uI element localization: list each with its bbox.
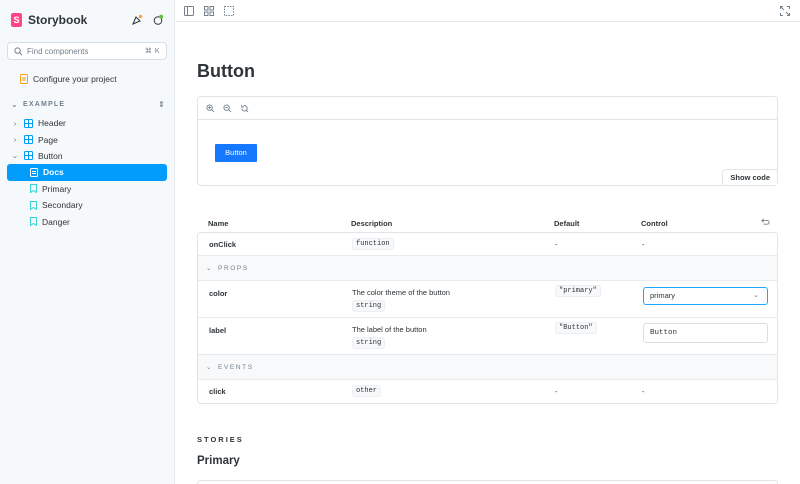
document-icon bbox=[30, 167, 38, 177]
section-title: EXAMPLE bbox=[23, 101, 66, 108]
zoom-in-icon[interactable] bbox=[206, 103, 215, 113]
document-icon bbox=[20, 74, 28, 84]
arg-name: label bbox=[209, 326, 227, 335]
whats-new-icon[interactable] bbox=[131, 14, 143, 26]
sidebar-item-header[interactable]: › Header bbox=[7, 115, 167, 131]
events-section-row[interactable]: ⌄ EVENTS bbox=[198, 355, 777, 380]
sidebar-item-page[interactable]: › Page bbox=[7, 131, 167, 147]
component-icon bbox=[24, 135, 33, 145]
bookmark-icon bbox=[30, 184, 37, 194]
sidebar-item-secondary[interactable]: Secondary bbox=[7, 197, 167, 213]
grid-icon[interactable] bbox=[204, 5, 214, 16]
story-title: Primary bbox=[197, 455, 240, 467]
chevron-down-icon: ⌄ bbox=[11, 151, 19, 161]
sidebar-item-label: Header bbox=[38, 118, 66, 129]
arg-default: "primary" bbox=[555, 285, 601, 297]
settings-icon[interactable] bbox=[152, 14, 164, 26]
sidebar-item-label: Secondary bbox=[42, 200, 83, 211]
sidebar-item-docs[interactable]: Docs bbox=[7, 164, 167, 181]
bookmark-icon bbox=[30, 200, 37, 210]
bookmark-icon bbox=[30, 217, 37, 227]
table-row: color The color theme of the button stri… bbox=[198, 281, 777, 318]
arg-name: onClick bbox=[209, 240, 237, 249]
chevron-down-icon: ⌄ bbox=[11, 100, 19, 109]
section-label: PROPS bbox=[218, 264, 249, 272]
component-icon bbox=[24, 151, 33, 161]
arg-description: The color theme of the button bbox=[352, 288, 450, 297]
arg-description: The label of the button bbox=[352, 325, 427, 334]
expand-collapse-icon[interactable]: ⇕ bbox=[158, 100, 166, 109]
arg-type: other bbox=[352, 385, 382, 397]
show-code-button[interactable]: Show code bbox=[722, 169, 777, 185]
search-icon bbox=[14, 46, 23, 55]
outline-icon[interactable] bbox=[224, 5, 234, 16]
page-title: Button bbox=[197, 61, 255, 81]
args-table-header: Name Description Default Control bbox=[197, 215, 778, 233]
chevron-down-icon: ⌄ bbox=[206, 265, 214, 272]
chevron-right-icon: › bbox=[13, 118, 17, 128]
arg-type: string bbox=[352, 300, 386, 312]
sidebar-item-label: Page bbox=[38, 134, 58, 145]
column-description: Description bbox=[351, 219, 393, 228]
sidebar-item-button[interactable]: ⌄ Button bbox=[7, 148, 167, 164]
table-row: click other - - bbox=[198, 380, 777, 403]
storybook-logo-icon: S bbox=[11, 13, 22, 27]
sidebar: S Storybook Find components ⌘ K Configur… bbox=[0, 0, 175, 484]
search-shortcut: ⌘ K bbox=[144, 48, 160, 55]
docs-main: Button Button Show code Name Description… bbox=[176, 23, 800, 484]
story-frame bbox=[197, 480, 778, 484]
brand[interactable]: S Storybook bbox=[11, 13, 87, 27]
zoom-reset-icon[interactable] bbox=[240, 104, 249, 113]
arg-default: - bbox=[555, 387, 558, 396]
sidebar-item-label: Docs bbox=[43, 167, 64, 178]
args-table: onClick function - - ⌄ PROPS color The co… bbox=[197, 232, 778, 404]
arg-default: "Button" bbox=[555, 322, 597, 334]
color-select[interactable]: primary ⌄ bbox=[643, 287, 768, 305]
fullscreen-icon[interactable] bbox=[780, 6, 790, 16]
stories-heading: STORIES bbox=[197, 435, 244, 444]
toolbar bbox=[176, 0, 800, 22]
brand-name: Storybook bbox=[28, 13, 88, 27]
search-input[interactable]: Find components ⌘ K bbox=[7, 42, 167, 60]
arg-type: string bbox=[352, 337, 386, 349]
table-row: label The label of the button string "Bu… bbox=[198, 318, 777, 355]
sidebar-item-danger[interactable]: Danger bbox=[7, 213, 167, 229]
chevron-down-icon: ⌄ bbox=[206, 364, 214, 371]
sidebar-item-primary[interactable]: Primary bbox=[7, 181, 167, 197]
component-icon bbox=[24, 118, 33, 128]
sidebar-item-label: Button bbox=[38, 150, 63, 161]
sidebar-item-label: Danger bbox=[42, 216, 70, 227]
props-section-row[interactable]: ⌄ PROPS bbox=[198, 256, 777, 281]
arg-name: click bbox=[209, 387, 226, 396]
sidebar-item-label: Primary bbox=[42, 183, 72, 194]
chevron-down-icon: ⌄ bbox=[753, 292, 759, 299]
arg-control: - bbox=[642, 240, 645, 249]
reset-icon[interactable] bbox=[761, 217, 770, 228]
chevron-right-icon: › bbox=[13, 135, 17, 145]
sidebar-toggle-icon[interactable] bbox=[184, 5, 194, 16]
arg-control: - bbox=[642, 387, 645, 396]
configure-project-link[interactable]: Configure your project bbox=[20, 74, 117, 84]
column-default: Default bbox=[554, 219, 580, 228]
section-label: EVENTS bbox=[218, 363, 254, 371]
configure-label: Configure your project bbox=[33, 74, 117, 84]
section-example[interactable]: ⌄ EXAMPLE ⇕ bbox=[11, 100, 166, 109]
demo-button[interactable]: Button bbox=[215, 144, 257, 162]
table-row: onClick function - - bbox=[198, 233, 777, 256]
arg-type: function bbox=[352, 238, 394, 250]
select-value: primary bbox=[650, 291, 676, 300]
story-canvas: Button Show code bbox=[197, 96, 778, 186]
arg-default: - bbox=[555, 240, 558, 249]
column-name: Name bbox=[208, 219, 229, 228]
sidebar-tree: › Header › Page ⌄ Button Docs Primary Se… bbox=[7, 115, 167, 230]
column-control: Control bbox=[641, 219, 668, 228]
arg-name: color bbox=[209, 289, 228, 298]
label-input[interactable]: Button bbox=[643, 323, 768, 343]
zoom-out-icon[interactable] bbox=[223, 103, 232, 113]
search-placeholder: Find components bbox=[27, 46, 89, 56]
